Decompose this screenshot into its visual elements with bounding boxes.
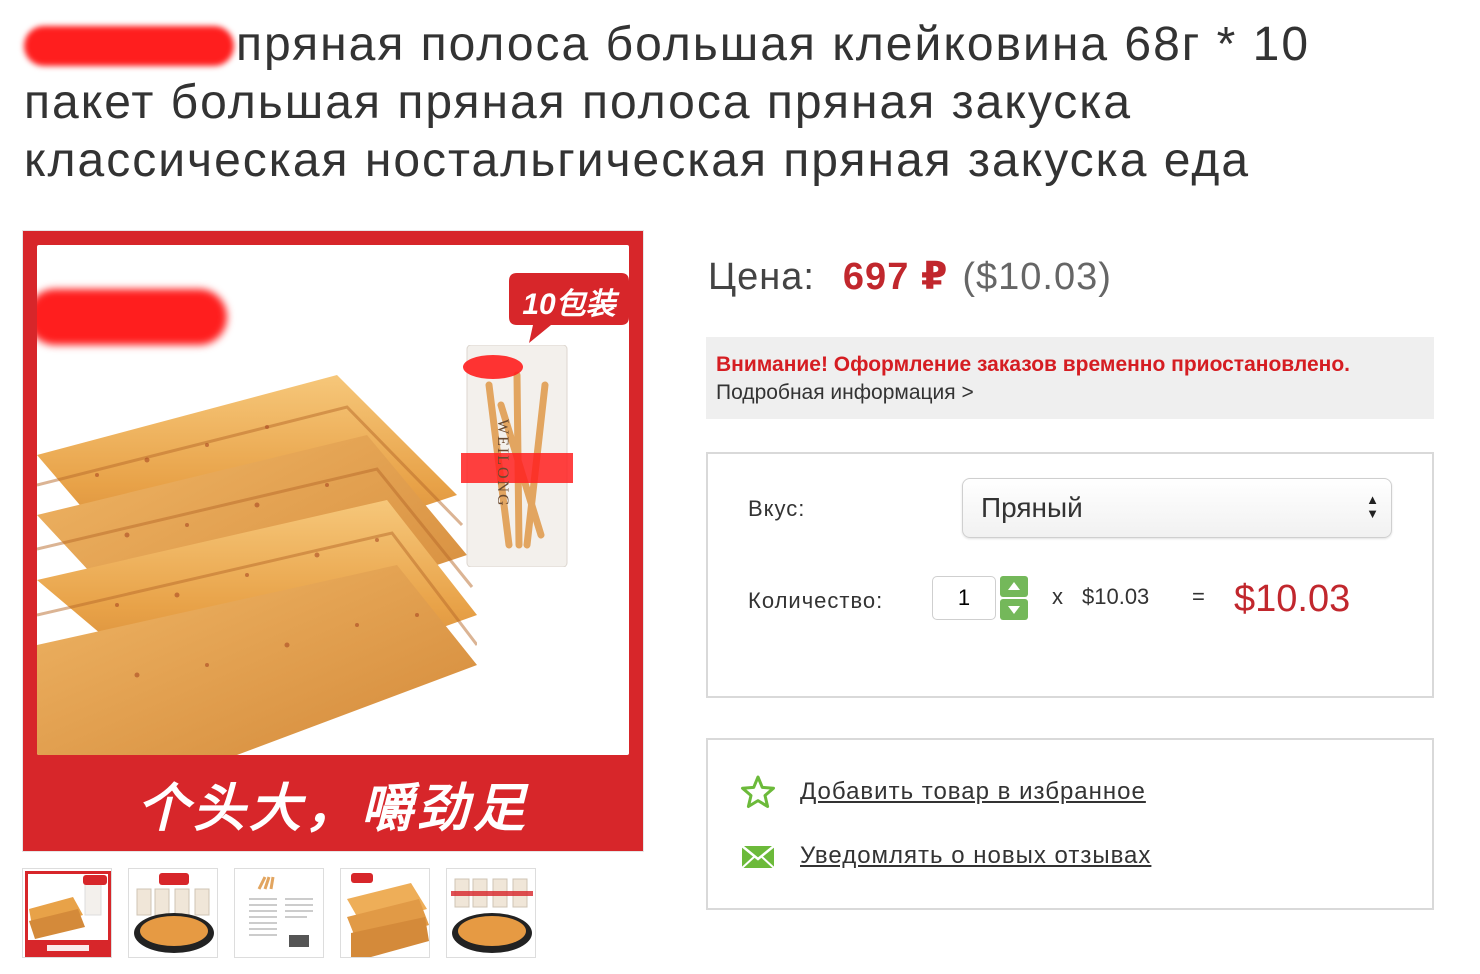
select-arrows-icon: ▲ ▼: [1366, 492, 1379, 521]
price-rub: 697 ₽: [842, 256, 949, 298]
redacted-logo: [37, 289, 227, 345]
notify-reviews-link[interactable]: Уведомлять о новых отзывах: [800, 842, 1151, 870]
thumbnail-2[interactable]: [128, 868, 218, 958]
flavor-select[interactable]: Пряный ▲ ▼: [962, 478, 1392, 538]
total-price: $10.03: [1234, 578, 1351, 620]
pack-count-badge: 10包装: [507, 267, 629, 345]
image-slogan: 个头大，嚼劲足: [136, 779, 529, 838]
unit-price: $10.03: [1082, 584, 1150, 609]
product-title: пряная полоса большая клейковина 68г * 1…: [24, 16, 1444, 190]
notice-details-link[interactable]: Подробная информация >: [716, 381, 974, 404]
purchase-options-box: Вкус: Пряный ▲ ▼ Количество: 1 x $10.03 =…: [706, 452, 1434, 698]
thumbnail-3[interactable]: [234, 868, 324, 958]
quantity-stepper: [1000, 576, 1028, 620]
thumbnail-4[interactable]: [340, 868, 430, 958]
quantity-input[interactable]: 1: [932, 576, 996, 620]
quantity-decrease-button[interactable]: [1000, 599, 1028, 620]
price-label: Цена:: [708, 256, 815, 298]
package-brand-label: WEILONG: [494, 419, 511, 508]
flavor-selected-value: Пряный: [981, 492, 1083, 523]
pack-count-text: 10包装: [522, 288, 616, 321]
add-to-favorites-link[interactable]: Добавить товар в избранное: [800, 778, 1146, 806]
star-icon: [741, 775, 775, 808]
multiply-sign: x: [1052, 584, 1063, 609]
quantity-increase-button[interactable]: [1000, 576, 1028, 597]
price-usd: ($10.03): [962, 256, 1112, 298]
spicy-strips-illustration: [37, 375, 477, 755]
equals-sign: =: [1192, 584, 1205, 609]
redacted-brand-mark: [24, 26, 234, 66]
thumbnail-5[interactable]: [446, 868, 536, 958]
notify-row: Уведомлять о новых отзывах: [740, 838, 1151, 874]
flavor-label: Вкус:: [748, 496, 806, 521]
thumbnail-1[interactable]: [22, 868, 112, 958]
product-package-illustration: [461, 345, 573, 567]
main-product-image[interactable]: WEILONG 10包装 个头大，嚼劲足: [22, 230, 644, 852]
envelope-icon: [741, 845, 775, 869]
notice-warning-text: Внимание! Оформление заказов временно пр…: [716, 353, 1350, 376]
main-image-canvas: WEILONG 10包装: [37, 245, 629, 755]
price-row: Цена: 697 ₽ ($10.03): [708, 254, 1112, 299]
favorite-row: Добавить товар в избранное: [740, 774, 1146, 810]
product-actions-box: Добавить товар в избранное Уведомлять о …: [706, 738, 1434, 910]
thumbnail-strip: [22, 868, 536, 958]
quantity-label: Количество:: [748, 588, 884, 613]
order-suspended-notice: Внимание! Оформление заказов временно пр…: [706, 337, 1434, 419]
